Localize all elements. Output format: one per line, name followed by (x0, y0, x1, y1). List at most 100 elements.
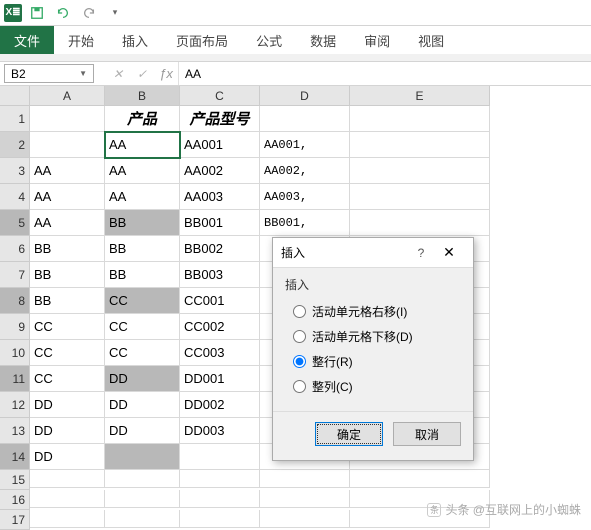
cell-c5[interactable]: BB001 (180, 210, 260, 236)
tab-data[interactable]: 数据 (296, 26, 350, 54)
chevron-down-icon[interactable]: ▼ (79, 69, 87, 78)
cell-a11[interactable]: CC (30, 366, 105, 392)
cell-b5[interactable]: BB (105, 210, 180, 236)
row-header[interactable]: 2 (0, 132, 30, 158)
cell-c12[interactable]: DD002 (180, 392, 260, 418)
row-header[interactable]: 15 (0, 470, 30, 490)
cell-d4[interactable]: AA003, (260, 184, 350, 210)
cell-d16[interactable] (260, 490, 350, 508)
cell-a3[interactable]: AA (30, 158, 105, 184)
row-header[interactable]: 16 (0, 490, 30, 510)
cell-a8[interactable]: BB (30, 288, 105, 314)
opt-shift-right[interactable]: 活动单元格右移(I) (285, 299, 461, 324)
cell-b9[interactable]: CC (105, 314, 180, 340)
cell-a14[interactable]: DD (30, 444, 105, 470)
col-header-d[interactable]: D (260, 86, 350, 106)
cell-a16[interactable] (30, 490, 105, 508)
cell-e1[interactable] (350, 106, 490, 132)
cancel-button[interactable]: 取消 (393, 422, 461, 446)
row-header[interactable]: 13 (0, 418, 30, 444)
formula-bar[interactable]: AA (178, 62, 591, 85)
cell-e15[interactable] (350, 470, 490, 488)
fx-icon[interactable]: ƒx (154, 62, 178, 85)
opt-shift-down[interactable]: 活动单元格下移(D) (285, 324, 461, 349)
cell-c16[interactable] (180, 490, 260, 508)
redo-button[interactable] (78, 2, 100, 24)
cell-d1[interactable] (260, 106, 350, 132)
cell-b7[interactable]: BB (105, 262, 180, 288)
cell-d2[interactable]: AA001, (260, 132, 350, 158)
cell-a9[interactable]: CC (30, 314, 105, 340)
cell-b10[interactable]: CC (105, 340, 180, 366)
cell-a5[interactable]: AA (30, 210, 105, 236)
tab-view[interactable]: 视图 (404, 26, 458, 54)
qat-customize[interactable]: ▾ (104, 2, 126, 24)
cell-c6[interactable]: BB002 (180, 236, 260, 262)
cell-c9[interactable]: CC002 (180, 314, 260, 340)
cell-a7[interactable]: BB (30, 262, 105, 288)
row-header[interactable]: 4 (0, 184, 30, 210)
tab-formulas[interactable]: 公式 (242, 26, 296, 54)
row-header[interactable]: 10 (0, 340, 30, 366)
cell-c11[interactable]: DD001 (180, 366, 260, 392)
tab-home[interactable]: 开始 (54, 26, 108, 54)
col-header-e[interactable]: E (350, 86, 490, 106)
opt-entire-row[interactable]: 整行(R) (285, 349, 461, 374)
cell-a6[interactable]: BB (30, 236, 105, 262)
radio-shift-right[interactable] (293, 305, 306, 318)
cell-a1[interactable] (30, 106, 105, 132)
row-header[interactable]: 12 (0, 392, 30, 418)
row-header[interactable]: 5 (0, 210, 30, 236)
cell-c10[interactable]: CC003 (180, 340, 260, 366)
cell-d5[interactable]: BB001, (260, 210, 350, 236)
select-all-corner[interactable] (0, 86, 30, 106)
cell-a15[interactable] (30, 470, 105, 488)
cell-c4[interactable]: AA003 (180, 184, 260, 210)
cell-c2[interactable]: AA001 (180, 132, 260, 158)
cell-c1[interactable]: 产品型号 (180, 106, 260, 132)
name-box[interactable]: B2 ▼ (4, 64, 94, 83)
cell-a4[interactable]: AA (30, 184, 105, 210)
row-header[interactable]: 14 (0, 444, 30, 470)
row-header[interactable]: 8 (0, 288, 30, 314)
cell-b12[interactable]: DD (105, 392, 180, 418)
row-header[interactable]: 3 (0, 158, 30, 184)
col-header-a[interactable]: A (30, 86, 105, 106)
cell-d3[interactable]: AA002, (260, 158, 350, 184)
cell-c8[interactable]: CC001 (180, 288, 260, 314)
cell-b6[interactable]: BB (105, 236, 180, 262)
cell-a2[interactable] (30, 132, 105, 158)
undo-button[interactable] (52, 2, 74, 24)
cell-b14[interactable] (105, 444, 180, 470)
cell-e2[interactable] (350, 132, 490, 158)
cell-b11[interactable]: DD (105, 366, 180, 392)
cell-d17[interactable] (260, 510, 350, 528)
cell-b13[interactable]: DD (105, 418, 180, 444)
cell-b4[interactable]: AA (105, 184, 180, 210)
row-header[interactable]: 6 (0, 236, 30, 262)
col-header-c[interactable]: C (180, 86, 260, 106)
cancel-edit-icon[interactable]: ✕ (106, 62, 130, 85)
cell-b1[interactable]: 产品 (105, 106, 180, 132)
row-header[interactable]: 11 (0, 366, 30, 392)
cell-a12[interactable]: DD (30, 392, 105, 418)
opt-entire-column[interactable]: 整列(C) (285, 374, 461, 399)
row-header[interactable]: 1 (0, 106, 30, 132)
tab-page-layout[interactable]: 页面布局 (162, 26, 242, 54)
cell-b15[interactable] (105, 470, 180, 488)
cell-b8[interactable]: CC (105, 288, 180, 314)
file-tab[interactable]: 文件 (0, 26, 54, 54)
cell-c7[interactable]: BB003 (180, 262, 260, 288)
row-header[interactable]: 17 (0, 510, 30, 530)
row-header[interactable]: 7 (0, 262, 30, 288)
cell-b3[interactable]: AA (105, 158, 180, 184)
close-icon[interactable]: ✕ (433, 244, 465, 261)
cell-b16[interactable] (105, 490, 180, 508)
cell-b17[interactable] (105, 510, 180, 528)
cell-c17[interactable] (180, 510, 260, 528)
tab-review[interactable]: 审阅 (350, 26, 404, 54)
radio-entire-column[interactable] (293, 380, 306, 393)
save-button[interactable] (26, 2, 48, 24)
cell-c13[interactable]: DD003 (180, 418, 260, 444)
row-header[interactable]: 9 (0, 314, 30, 340)
